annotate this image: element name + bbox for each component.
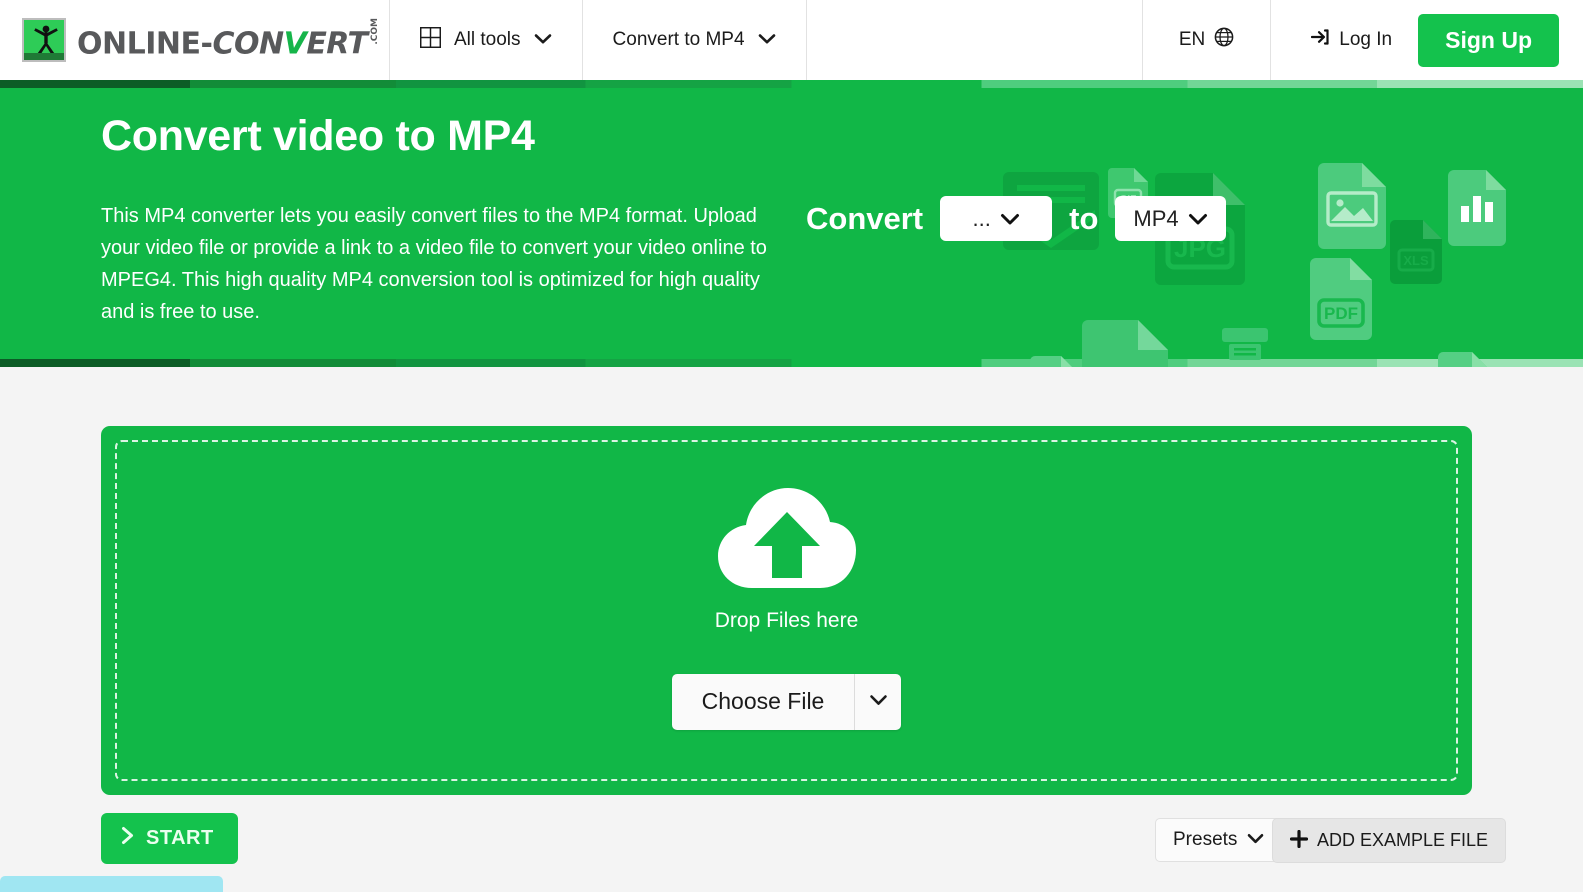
plus-icon	[1289, 829, 1309, 851]
hero-description: This MP4 converter lets you easily conve…	[101, 205, 767, 323]
globe-icon	[1214, 27, 1234, 53]
nav-convert-to-mp4[interactable]: Convert to MP4	[583, 0, 807, 80]
nav-all-tools-label: All tools	[454, 29, 521, 50]
header-account-area: Log In Sign Up	[1271, 0, 1583, 80]
presets-label: Presets	[1173, 829, 1238, 850]
grid-icon	[419, 26, 442, 54]
chevron-down-icon	[534, 29, 552, 51]
logo-wordmark: ONLINE-CONVERT .COM	[77, 18, 380, 62]
add-example-file-button[interactable]: ADD EXAMPLE FILE	[1272, 818, 1507, 863]
logo-word-con: CON	[212, 26, 284, 62]
dropzone-label: Drop Files here	[714, 608, 859, 632]
logo[interactable]: ONLINE-CONVERT .COM	[0, 0, 390, 80]
site-header: ONLINE-CONVERT .COM All tools Convert to …	[0, 0, 1583, 80]
logo-word-online: ONLINE-	[77, 26, 213, 62]
logo-icon	[22, 18, 66, 62]
logo-ground	[24, 53, 64, 60]
page-title: Convert video to MP4	[101, 112, 535, 160]
source-format-select[interactable]: ...	[940, 196, 1053, 241]
chevron-down-icon	[1000, 206, 1020, 232]
start-button[interactable]: START	[101, 813, 238, 864]
logo-word-ert: ERT	[306, 26, 368, 62]
header-spacer	[807, 0, 1143, 80]
language-selector[interactable]: EN	[1143, 0, 1272, 80]
chevron-down-icon	[1247, 829, 1264, 851]
choose-file-dropdown-toggle[interactable]	[854, 673, 901, 730]
start-button-label: START	[146, 827, 214, 849]
login-label: Log In	[1339, 29, 1393, 50]
nav-all-tools[interactable]: All tools	[390, 0, 583, 80]
logo-word-v: V	[283, 26, 307, 62]
format-converter-row: Convert ... to MP4	[806, 196, 1226, 241]
add-example-file-label: ADD EXAMPLE FILE	[1317, 830, 1489, 850]
choose-file-button[interactable]: Choose File	[672, 674, 855, 730]
chevron-down-icon	[1188, 206, 1208, 232]
chevron-right-icon	[121, 826, 135, 851]
to-label: to	[1069, 200, 1099, 236]
chevron-down-icon	[869, 692, 888, 712]
cookie-notice-sliver[interactable]	[0, 876, 223, 892]
target-format-value: MP4	[1133, 205, 1179, 231]
language-label: EN	[1178, 29, 1206, 50]
chevron-down-icon	[758, 29, 776, 51]
hero-content: Convert video to MP4 This MP4 converter …	[0, 80, 1583, 367]
hero-banner: GIF JPG XLS	[0, 80, 1583, 367]
target-format-select[interactable]: MP4	[1115, 196, 1226, 241]
nav-convert-to-mp4-label: Convert to MP4	[612, 29, 745, 50]
cloud-upload-icon	[716, 484, 858, 597]
convert-label: Convert	[806, 200, 924, 236]
presets-button[interactable]: Presets	[1155, 818, 1283, 862]
upload-card: Drop Files here Choose File	[101, 426, 1472, 795]
logo-dotcom: .COM	[369, 18, 380, 45]
login-arrow-icon	[1311, 28, 1331, 52]
login-button[interactable]: Log In	[1311, 28, 1392, 52]
file-dropzone[interactable]: Drop Files here Choose File	[115, 440, 1458, 781]
signup-button[interactable]: Sign Up	[1418, 13, 1559, 67]
choose-file-group: Choose File	[671, 673, 902, 730]
source-format-value: ...	[972, 205, 991, 231]
